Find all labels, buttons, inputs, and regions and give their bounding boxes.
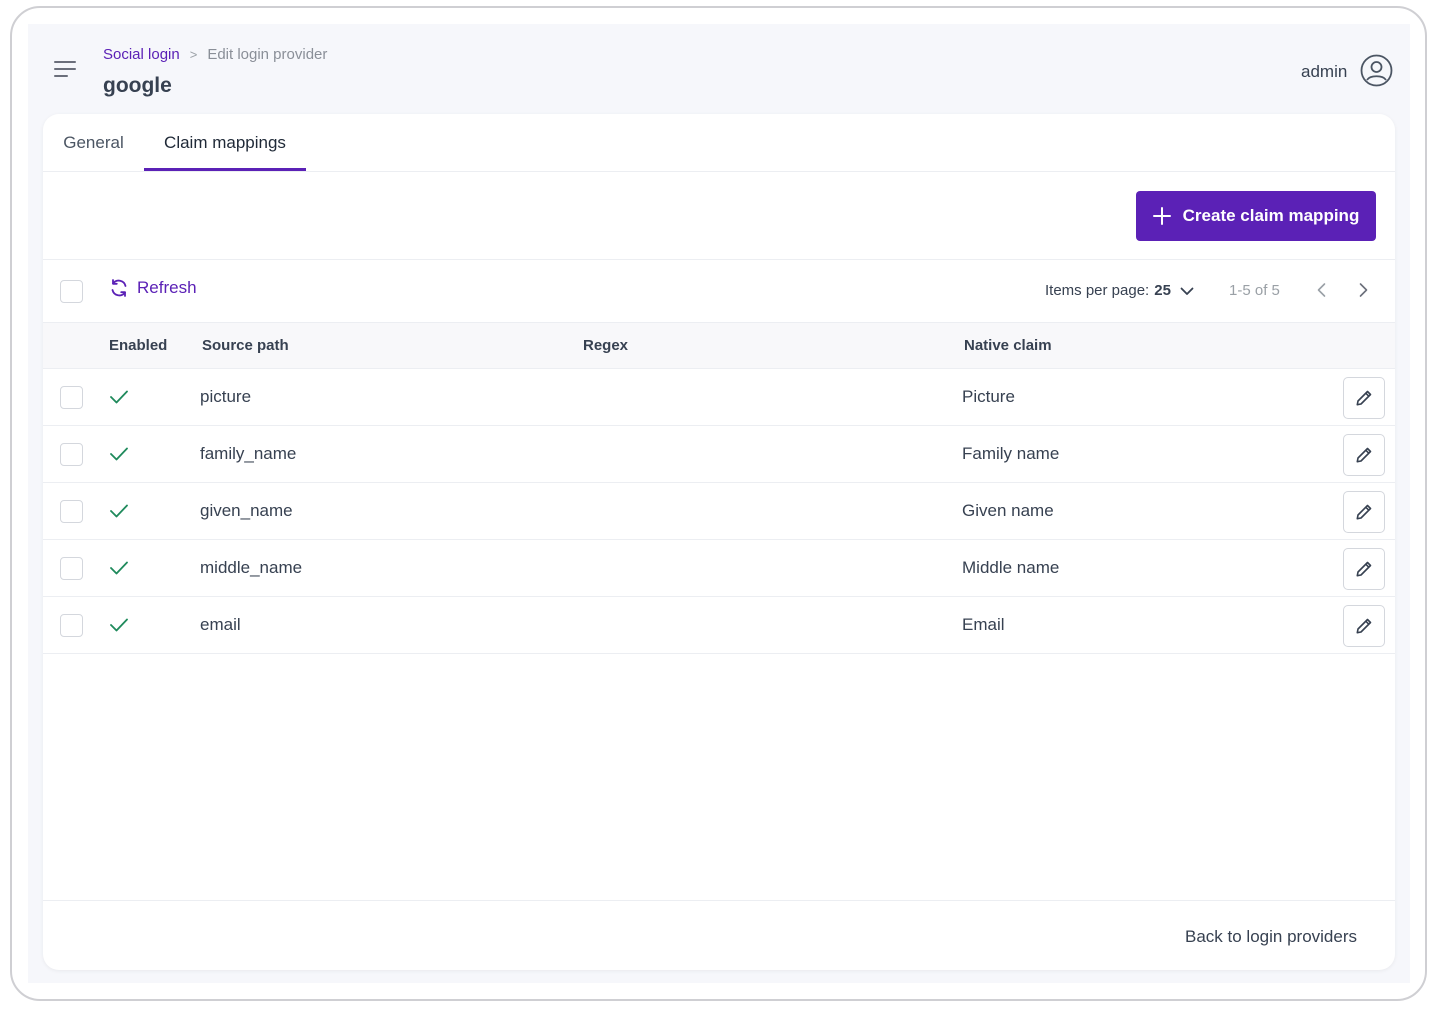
refresh-button[interactable]: Refresh [109,278,197,298]
chevron-left-icon[interactable] [1309,277,1335,303]
table-row: email Email [43,597,1395,654]
cell-native-claim: Email [962,615,1005,634]
table-header: Enabled Source path Regex Native claim [43,322,1395,369]
check-icon [110,618,128,632]
items-per-page-label: Items per page: [1045,282,1150,299]
edit-button[interactable] [1343,548,1385,590]
check-icon [110,447,128,461]
check-icon [110,561,128,575]
column-regex[interactable]: Regex [583,337,628,354]
breadcrumb-separator: > [189,47,198,62]
pencil-icon [1356,390,1372,406]
table-row: family_name Family name [43,426,1395,483]
create-claim-mapping-button[interactable]: Create claim mapping [1136,191,1376,241]
column-native-claim[interactable]: Native claim [964,337,1052,354]
cell-native-claim: Given name [962,501,1054,520]
cell-native-claim: Family name [962,444,1060,463]
plus-icon [1152,207,1171,225]
row-checkbox[interactable] [60,443,83,466]
card-footer: Back to login providers [43,900,1395,970]
page-title: google [103,74,172,97]
table-row: given_name Given name [43,483,1395,540]
back-to-login-providers-button[interactable]: Back to login providers [1185,927,1357,947]
user-name[interactable]: admin [1301,62,1347,82]
cell-source-path: given_name [200,501,293,520]
table-row: picture Picture [43,369,1395,426]
edit-button[interactable] [1343,377,1385,419]
hamburger-menu-icon[interactable] [54,61,78,81]
content-card: General Claim mappings Create claim mapp… [43,114,1395,970]
column-source-path[interactable]: Source path [202,337,289,354]
pencil-icon [1356,618,1372,634]
refresh-icon [111,279,127,297]
edit-button[interactable] [1343,491,1385,533]
cell-source-path: email [200,615,241,634]
column-enabled[interactable]: Enabled [109,337,167,354]
breadcrumb-current: Edit login provider [207,46,328,63]
cell-native-claim: Picture [962,387,1015,406]
row-checkbox[interactable] [60,500,83,523]
tab-bar: General Claim mappings [43,114,1395,172]
tab-claim-mappings[interactable]: Claim mappings [144,114,306,172]
user-circle-icon[interactable] [1360,54,1393,87]
pencil-icon [1356,447,1372,463]
edit-button[interactable] [1343,434,1385,476]
pagination-range: 1-5 of 5 [1229,282,1280,299]
tab-general[interactable]: General [43,114,144,172]
edit-button[interactable] [1343,605,1385,647]
cell-source-path: picture [200,387,252,406]
pencil-icon [1356,504,1372,520]
chevron-right-icon[interactable] [1350,277,1376,303]
create-claim-mapping-label: Create claim mapping [1182,206,1360,225]
cell-native-claim: Middle name [962,558,1060,577]
cell-source-path: family_name [200,444,297,463]
refresh-label: Refresh [137,278,197,297]
check-icon [110,504,128,518]
breadcrumb-social-login[interactable]: Social login [103,46,180,63]
check-icon [110,390,128,404]
row-checkbox[interactable] [60,557,83,580]
active-tab-indicator [144,168,306,171]
chevron-down-icon [1180,287,1194,295]
pencil-icon [1356,561,1372,577]
table-row: middle_name Middle name [43,540,1395,597]
row-checkbox[interactable] [60,614,83,637]
cell-source-path: middle_name [200,558,303,577]
table-toolbar: Refresh Items per page: 25 1-5 of 5 [43,259,1395,322]
items-per-page-value: 25 [1154,282,1171,299]
breadcrumb: Social login > Edit login provider [103,46,327,63]
items-per-page-select[interactable]: Items per page: 25 [1045,282,1195,299]
select-all-checkbox[interactable] [60,280,83,303]
row-checkbox[interactable] [60,386,83,409]
